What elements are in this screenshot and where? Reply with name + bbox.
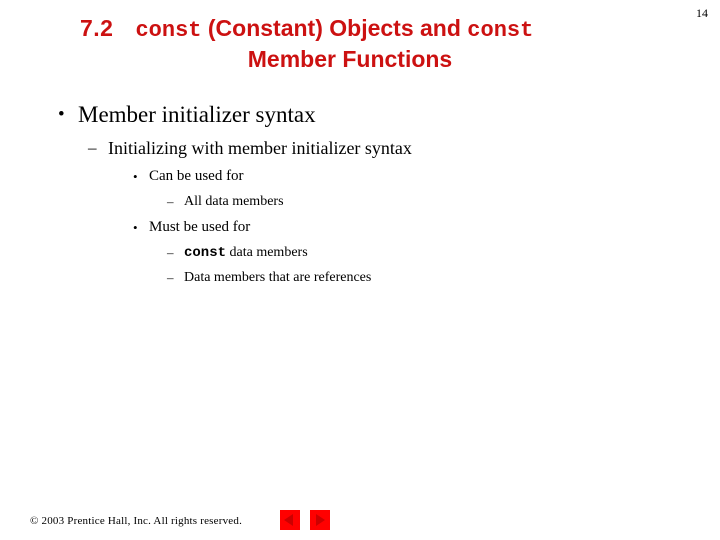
slide-title: 7.2 const (Constant) Objects and const Me… [40, 14, 660, 74]
code-keyword-const: const [184, 245, 227, 261]
title-text-middle: (Constant) Objects and [201, 15, 468, 41]
copyright-notice: © 2003 Prentice Hall, Inc. All rights re… [30, 515, 243, 527]
page-number: 14 [696, 6, 708, 20]
bullet-level1-label: Member initializer syntax [78, 102, 316, 127]
bullet-marker-dash: – [167, 245, 174, 260]
bullet-marker-disc: • [58, 104, 65, 125]
bullet-level3-must-be-used-for: • Must be used for [0, 216, 720, 239]
bullet-marker-dash: – [167, 194, 174, 209]
title-keyword-const-1: const [135, 18, 202, 43]
title-line-1: 7.2 const (Constant) Objects and const [40, 14, 660, 45]
bullet-level1: • Member initializer syntax [0, 100, 720, 130]
navigation-buttons [280, 510, 340, 532]
bullet-level4-all-data-members: – All data members [0, 191, 720, 213]
bullet-level4-label: All data members [184, 194, 284, 209]
bullet-marker-disc: • [133, 220, 138, 235]
section-number: 7.2 [80, 15, 114, 41]
slide-body: • Member initializer syntax – Initializi… [0, 100, 720, 292]
bullet-marker-dash: – [88, 138, 97, 157]
title-line-2: Member Functions [247, 46, 453, 72]
bullet-level4-label: Data members that are references [184, 270, 372, 285]
right-triangle-icon [316, 514, 325, 526]
next-slide-button[interactable] [310, 510, 330, 530]
bullet-level4-const-data-members: – const data members [0, 242, 720, 264]
left-triangle-icon [284, 514, 293, 526]
bullet-marker-dash: – [167, 270, 174, 285]
previous-slide-button[interactable] [280, 510, 300, 530]
title-keyword-const-2: const [467, 18, 534, 43]
bullet-level4-data-members-references: – Data members that are references [0, 267, 720, 289]
bullet-level3-can-be-used-for: • Can be used for [0, 165, 720, 188]
bullet-level4-label-rest: data members [226, 245, 308, 260]
bullet-marker-disc: • [133, 169, 138, 184]
slide-canvas: 14 7.2 const (Constant) Objects and const… [0, 0, 720, 540]
bullet-level3-label: Must be used for [149, 219, 251, 235]
bullet-level2: – Initializing with member initializer s… [0, 135, 720, 161]
bullet-level4-label: const data members [184, 242, 308, 264]
bullet-level3-label: Can be used for [149, 168, 244, 184]
bullet-level2-label: Initializing with member initializer syn… [108, 138, 412, 158]
slide-footer: © 2003 Prentice Hall, Inc. All rights re… [30, 508, 690, 534]
